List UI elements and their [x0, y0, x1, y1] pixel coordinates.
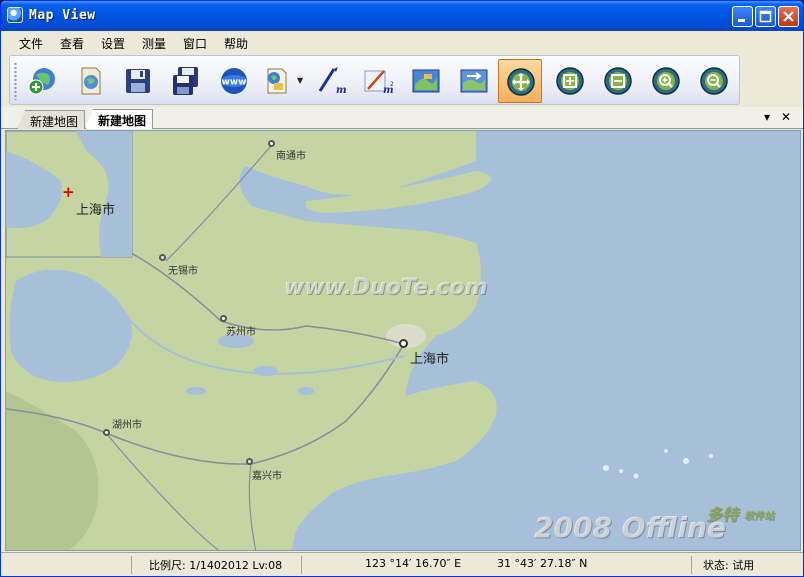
pan-icon [507, 68, 535, 96]
zoom-in-button[interactable] [644, 59, 688, 103]
app-window: Map View 文件 查看 设置 测量 窗口 帮助 www ▼ m m 2 新… [0, 0, 804, 577]
status-longitude: 123 °14′ 16.70″ E [365, 557, 462, 570]
add-layer-icon [28, 68, 55, 95]
measure-area-button[interactable]: m 2 [356, 59, 400, 103]
document-tabs: 新建地图 新建地图 [1, 107, 803, 129]
menu-view[interactable]: 查看 [60, 35, 84, 52]
layer-manager-icon [81, 67, 101, 95]
title-bar[interactable]: Map View [1, 1, 803, 31]
map-canvas[interactable]: + 上海市 南通市 无锡市 苏州市 上海市 湖州市 嘉兴市 www.DuoTe.… [5, 130, 801, 551]
status-separator [691, 556, 692, 574]
status-separator [301, 556, 302, 574]
add-layer-button[interactable] [20, 59, 64, 103]
close-icon [783, 11, 794, 22]
city-label-jiaxing: 嘉兴市 [252, 471, 282, 482]
zoom-window-icon [604, 67, 632, 95]
measure-distance-icon: m [318, 67, 346, 96]
overview-location-icon: + [62, 183, 75, 201]
zoom-window-button[interactable] [596, 59, 640, 103]
menu-window[interactable]: 窗口 [183, 35, 207, 52]
city-label-shanghai: 上海市 [410, 352, 450, 367]
city-marker[interactable] [399, 339, 408, 348]
toolbar-grip[interactable] [14, 62, 17, 100]
zoom-out-icon [700, 67, 728, 95]
maximize-button[interactable] [755, 6, 776, 27]
map-view-icon [412, 69, 440, 93]
watermark-site: 软件站 [744, 511, 774, 522]
map-refresh-button[interactable] [452, 59, 496, 103]
window-title: Map View [29, 8, 96, 23]
city-marker[interactable] [103, 429, 110, 436]
measure-distance-button[interactable]: m [308, 59, 352, 103]
status-latitude: 31 °43′ 27.18″ N [497, 557, 588, 570]
svg-text:www: www [222, 78, 247, 88]
city-marker[interactable] [246, 458, 253, 465]
tab-close-icon[interactable]: ✕ [781, 110, 791, 124]
save-as-icon [173, 67, 198, 95]
status-bar: 比例尺: 1/1402012 Lv:08 123 °14′ 16.70″ E 3… [1, 552, 803, 576]
watermark-duote: 多特 [706, 505, 739, 524]
zoom-in-icon [652, 67, 680, 95]
watermark-offline: 2008 Offline [534, 511, 726, 544]
city-label-suzhou: 苏州市 [226, 327, 256, 338]
menu-settings[interactable]: 设置 [101, 35, 125, 52]
minimize-button[interactable] [732, 6, 753, 27]
map-source-button[interactable]: ▼ [260, 59, 306, 103]
web-map-icon: www [221, 68, 247, 94]
main-toolbar: www ▼ m m 2 [9, 55, 740, 105]
measure-area-icon: m 2 [364, 70, 394, 96]
minimize-icon [738, 19, 745, 22]
layer-manager-button[interactable] [68, 59, 112, 103]
save-as-button[interactable] [164, 59, 208, 103]
zoom-full-button[interactable] [548, 59, 592, 103]
status-state: 状态: 试用 [703, 559, 755, 572]
tab-list-dropdown-icon[interactable]: ▾ [764, 110, 770, 124]
app-icon [7, 7, 23, 23]
city-label-nantong: 南通市 [276, 151, 306, 162]
status-separator [131, 556, 132, 574]
city-marker[interactable] [159, 254, 166, 261]
pan-button[interactable] [498, 59, 542, 103]
tab-map-2[interactable]: 新建地图 [85, 109, 154, 129]
svg-text:m: m [336, 85, 346, 96]
status-scale: 比例尺: 1/1402012 Lv:08 [149, 559, 283, 572]
overview-city-label: 上海市 [76, 203, 116, 218]
map-view-button[interactable] [404, 59, 448, 103]
save-button[interactable] [116, 59, 160, 103]
watermark-text: www.DuoTe.com [284, 275, 488, 300]
city-label-huzhou: 湖州市 [112, 420, 142, 431]
zoom-full-icon [556, 67, 584, 95]
menu-bar: 文件 查看 设置 测量 窗口 帮助 [1, 31, 803, 53]
city-marker[interactable] [220, 315, 227, 322]
zoom-out-button[interactable] [692, 59, 736, 103]
map-source-dropdown-icon[interactable]: ▼ [297, 76, 303, 85]
svg-text:2: 2 [390, 81, 394, 88]
tab-map-1[interactable]: 新建地图 [17, 110, 86, 129]
menu-help[interactable]: 帮助 [224, 35, 248, 52]
save-icon [126, 69, 150, 93]
web-map-button[interactable]: www [212, 59, 256, 103]
maximize-icon [759, 10, 772, 23]
city-marker[interactable] [268, 140, 275, 147]
close-button[interactable] [778, 6, 799, 27]
city-label-wuxi: 无锡市 [168, 266, 198, 277]
map-refresh-icon [460, 69, 488, 93]
menu-file[interactable]: 文件 [19, 35, 43, 52]
menu-measure[interactable]: 测量 [142, 35, 166, 52]
map-source-icon [267, 68, 287, 94]
